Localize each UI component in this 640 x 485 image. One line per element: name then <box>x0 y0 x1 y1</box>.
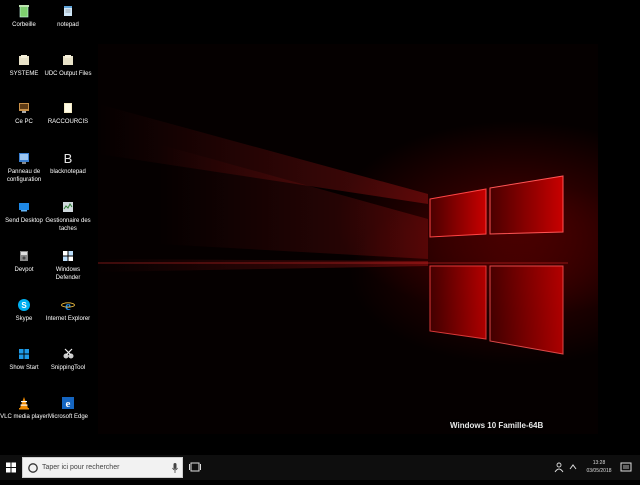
monitor-icon <box>19 203 29 212</box>
desktop-icon-label: blacknotepad <box>50 169 86 175</box>
desktop-icon-label: Show Start <box>9 365 39 371</box>
people-icon[interactable] <box>553 461 565 473</box>
skype-icon: S <box>18 299 30 311</box>
windows-logo-wallpaper <box>98 104 568 355</box>
folder-icon <box>63 55 73 65</box>
task-view-icon[interactable] <box>188 460 202 474</box>
start-button[interactable] <box>0 455 22 480</box>
desktop-icon-label: Skype <box>15 316 33 322</box>
desktop-icon-ce-pc[interactable]: Ce PC <box>0 101 48 126</box>
desktop-icon-blacknotepad[interactable]: B blacknotepad <box>44 151 92 176</box>
desktop-icon-vlc[interactable]: VLC media player <box>0 396 48 421</box>
action-center-icon[interactable] <box>619 460 633 474</box>
desktop-icon-label: Gestionnaire des taches <box>45 218 91 232</box>
desktop: Corbeille SYSTEME Ce PC Panneau de confi… <box>0 0 640 455</box>
windows-logo-icon <box>6 462 16 473</box>
svg-text:e: e <box>65 298 71 312</box>
desktop-icon-label: notepad <box>57 22 79 28</box>
blacknotepad-b-icon: B <box>64 151 73 165</box>
show-hidden-icons-chevron-icon[interactable] <box>569 461 577 473</box>
desktop-icon-label: SYSTEME <box>9 71 39 77</box>
desktop-icon-label: Windows Defender <box>55 267 81 281</box>
windows-defender-icon <box>63 251 73 261</box>
search-box[interactable]: Taper ici pour rechercher <box>22 457 183 478</box>
desktop-icon-microsoft-edge[interactable]: e Microsoft Edge <box>44 396 92 421</box>
desktop-icon-systeme[interactable]: SYSTEME <box>0 53 48 78</box>
desktop-icon-label: Microsoft Edge <box>47 414 89 420</box>
desktop-icon-label: Panneau de configuration <box>6 169 42 183</box>
desktop-icon-udc-output-files[interactable]: UDC Output Files <box>44 53 92 78</box>
desktop-icon-label: RACCOURCIS <box>47 119 89 125</box>
snipping-tool-icon <box>63 348 74 359</box>
desktop-icon-devpot[interactable]: Devpot <box>0 249 48 274</box>
wallpaper <box>98 44 598 434</box>
desktop-icon-raccourcis[interactable]: RACCOURCIS <box>44 101 92 126</box>
folder-icon <box>19 55 29 65</box>
desktop-icon-label: SnippingTool <box>50 365 86 371</box>
desktop-icon-label: Corbeille <box>12 22 36 28</box>
desktop-icon-show-start[interactable]: Show Start <box>0 347 48 372</box>
computer-icon <box>19 103 29 113</box>
desktop-icon-snipping-tool[interactable]: SnippingTool <box>44 347 92 372</box>
clock-time: 13:28 <box>592 460 606 466</box>
edge-icon: e <box>62 397 74 410</box>
desktop-icon-notepad[interactable]: notepad <box>44 4 92 29</box>
desktop-icon-skype[interactable]: S Skype <box>0 298 48 323</box>
desktop-icon-panneau-de-configuration[interactable]: Panneau de configuration <box>0 151 48 184</box>
svg-text:e: e <box>66 398 71 410</box>
desktop-icon-corbeille[interactable]: Corbeille <box>0 4 48 29</box>
notepad-icon <box>64 6 72 16</box>
cortana-circle-icon <box>28 463 38 473</box>
search-placeholder: Taper ici pour rechercher <box>42 464 120 471</box>
windows-start-icon <box>19 349 29 359</box>
desktop-icon-label: Ce PC <box>15 119 33 125</box>
svg-text:S: S <box>21 301 27 310</box>
desktop-icon-internet-explorer[interactable]: e Internet Explorer <box>44 298 92 323</box>
vlc-cone-icon <box>19 397 29 410</box>
system-clock[interactable]: 13:28 03/05/2018 <box>583 459 615 475</box>
control-panel-icon <box>19 153 29 164</box>
desktop-icon-send-desktop[interactable]: Send Desktop <box>0 200 48 225</box>
devpot-icon <box>20 251 28 261</box>
svg-text:B: B <box>64 151 73 165</box>
recycle-bin-icon <box>19 5 29 18</box>
desktop-icon-label: VLC media player <box>0 414 48 420</box>
folder-icon <box>64 103 72 113</box>
internet-explorer-icon: e <box>61 298 75 312</box>
clock-date: 03/05/2018 <box>586 468 612 474</box>
windows-edition-watermark: Windows 10 Famille-64B <box>450 421 544 430</box>
desktop-icon-label: Internet Explorer <box>45 316 91 322</box>
desktop-icon-label: Devpot <box>14 267 34 273</box>
desktop-icon-windows-defender[interactable]: Windows Defender <box>44 249 92 282</box>
desktop-icon-label: UDC Output Files <box>44 71 92 77</box>
microphone-icon[interactable] <box>171 462 179 474</box>
task-manager-icon <box>63 202 73 212</box>
desktop-icon-gestionnaire-des-taches[interactable]: Gestionnaire des taches <box>44 200 92 233</box>
desktop-icon-label: Send Desktop <box>5 218 43 224</box>
taskbar: Taper ici pour rechercher 13:28 03/05/20… <box>0 455 640 480</box>
